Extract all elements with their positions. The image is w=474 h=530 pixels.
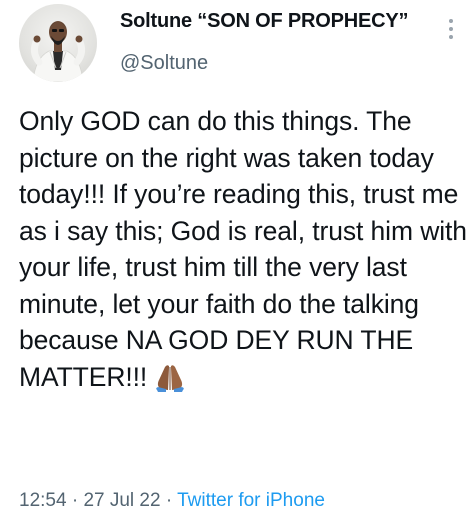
more-options-icon[interactable] bbox=[440, 12, 462, 46]
folded-hands-emoji bbox=[153, 362, 187, 402]
avatar[interactable] bbox=[19, 4, 97, 82]
tweet-time[interactable]: 12:54 bbox=[19, 490, 67, 511]
tweet-body: Only GOD can do this things. The picture… bbox=[19, 106, 474, 392]
tweet-card: Soltune “SON OF PROPHECY” @Soltune Only … bbox=[0, 0, 474, 530]
tweet-source-link[interactable]: Twitter for iPhone bbox=[177, 490, 325, 511]
tweet-date[interactable]: 27 Jul 22 bbox=[83, 490, 160, 511]
meta-separator: · bbox=[71, 490, 79, 511]
display-name[interactable]: Soltune “SON OF PROPHECY” bbox=[120, 10, 409, 33]
tweet-meta: 12:54 · 27 Jul 22 · Twitter for iPhone bbox=[19, 490, 325, 512]
tweet-text: Only GOD can do this things. The picture… bbox=[19, 103, 469, 401]
user-handle[interactable]: @Soltune bbox=[120, 52, 208, 75]
meta-separator: · bbox=[165, 490, 173, 511]
avatar-photo bbox=[30, 21, 86, 82]
